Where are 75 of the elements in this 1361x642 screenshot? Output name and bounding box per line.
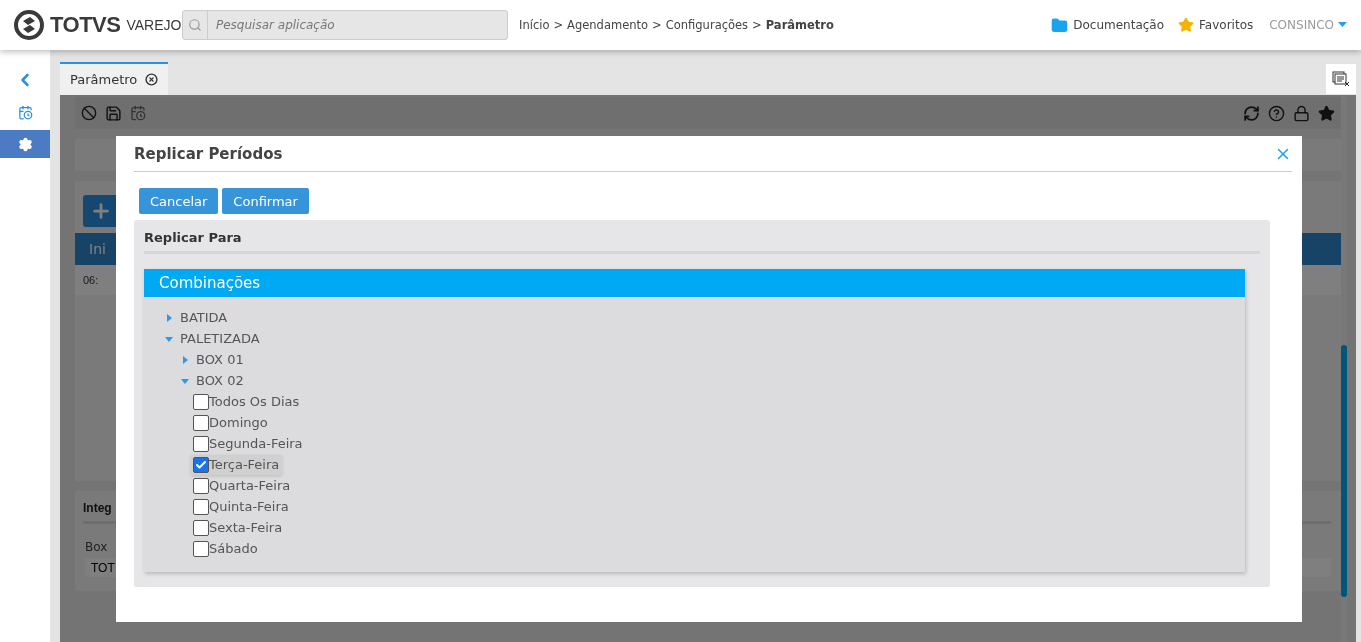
help-icon[interactable] [1268, 104, 1285, 122]
breadcrumb-link[interactable]: Início [519, 18, 550, 32]
caret-icon [181, 376, 189, 385]
checkbox[interactable] [193, 540, 209, 557]
breadcrumb-link[interactable]: Configurações [665, 18, 749, 32]
breadcrumb-current: Parâmetro [765, 18, 834, 32]
field-label: Box [85, 540, 108, 554]
tree-item-label: Sábado [209, 541, 258, 556]
tree-item-label: Sexta-Feira [209, 520, 283, 535]
tree-item[interactable]: Domingo [191, 412, 271, 433]
cancel-button[interactable]: Cancelar [139, 188, 219, 214]
confirm-button[interactable]: Confirmar [222, 188, 309, 214]
star-icon[interactable] [1318, 104, 1335, 122]
caret-icon [1338, 22, 1347, 28]
tree-item-label: Segunda-Feira [209, 436, 303, 451]
tree-item-label: Terça-Feira [209, 457, 280, 472]
search-icon [188, 18, 202, 32]
checkbox[interactable] [193, 498, 209, 515]
tree-item[interactable]: Sábado [191, 538, 261, 559]
star-icon [1178, 17, 1195, 33]
user-menu[interactable]: CONSINCO [1269, 18, 1347, 32]
dialog-title: Replicar Períodos [134, 144, 283, 163]
tree-item-label[interactable]: BOX 02 [196, 373, 244, 388]
refresh-icon[interactable] [1243, 104, 1260, 122]
windows-icon [1332, 71, 1350, 87]
logo-icon [14, 10, 44, 40]
tree-item[interactable]: Terça-Feira [191, 454, 283, 475]
tree-item[interactable]: Sexta-Feira [191, 517, 286, 538]
checkbox[interactable] [193, 519, 209, 536]
tree-item[interactable]: Quarta-Feira [191, 475, 294, 496]
checkbox[interactable] [193, 435, 209, 452]
search-input[interactable]: Pesquisar aplicação [208, 17, 507, 33]
tree-item-label: Quinta-Feira [209, 499, 289, 514]
tree-item-label: Quarta-Feira [209, 478, 291, 493]
scrollbar-thumb[interactable] [1341, 345, 1347, 597]
favorites-link[interactable]: Favoritos [1178, 17, 1254, 33]
tab[interactable]: Parâmetro [60, 62, 169, 95]
tree-header: Combinações [144, 269, 1245, 297]
breadcrumb-link[interactable]: Agendamento [567, 18, 649, 32]
breadcrumb-separator: > [752, 18, 762, 32]
tree-item-label: Domingo [209, 415, 268, 430]
folder-icon [1051, 16, 1069, 34]
tree-item-label[interactable]: BOX 01 [196, 352, 244, 367]
documentation-link[interactable]: Documentação [1051, 16, 1165, 34]
close-icon [145, 73, 159, 86]
search-field[interactable]: Pesquisar aplicação [182, 10, 508, 40]
settings-icon [17, 136, 33, 152]
checkbox[interactable] [193, 414, 209, 431]
tree-item-label: Todos Os Dias [209, 394, 300, 409]
caret-icon [165, 334, 173, 343]
tree-item[interactable]: Quinta-Feira [191, 496, 292, 517]
caret-icon [181, 355, 189, 364]
logo-subtitle: VAREJO [126, 17, 182, 33]
calendar-icon [17, 104, 33, 120]
add-button[interactable] [83, 195, 119, 227]
tree-item[interactable]: Segunda-Feira [191, 433, 306, 454]
calendar-icon[interactable] [130, 105, 146, 121]
logo-text: TOTVS [50, 12, 121, 38]
close-all-tabs-button[interactable] [1326, 64, 1356, 94]
breadcrumb-separator: > [553, 18, 564, 32]
section-title: Replicar Para [144, 230, 1260, 254]
checkbox[interactable] [193, 477, 209, 494]
sidebar-item[interactable] [0, 130, 50, 158]
tree-item-label[interactable]: PALETIZADA [180, 331, 260, 346]
caret-icon [165, 313, 173, 322]
tree-item-label[interactable]: BATIDA [180, 310, 228, 325]
check-icon [195, 458, 207, 471]
cancel-icon[interactable] [81, 105, 97, 121]
tree-item[interactable]: Todos Os Dias [191, 391, 303, 412]
save-icon[interactable] [105, 104, 122, 122]
lock-icon[interactable] [1293, 104, 1310, 122]
checkbox[interactable] [193, 456, 209, 473]
checkbox[interactable] [193, 393, 209, 410]
breadcrumb-separator: > [652, 18, 662, 32]
plus-icon [90, 200, 112, 222]
